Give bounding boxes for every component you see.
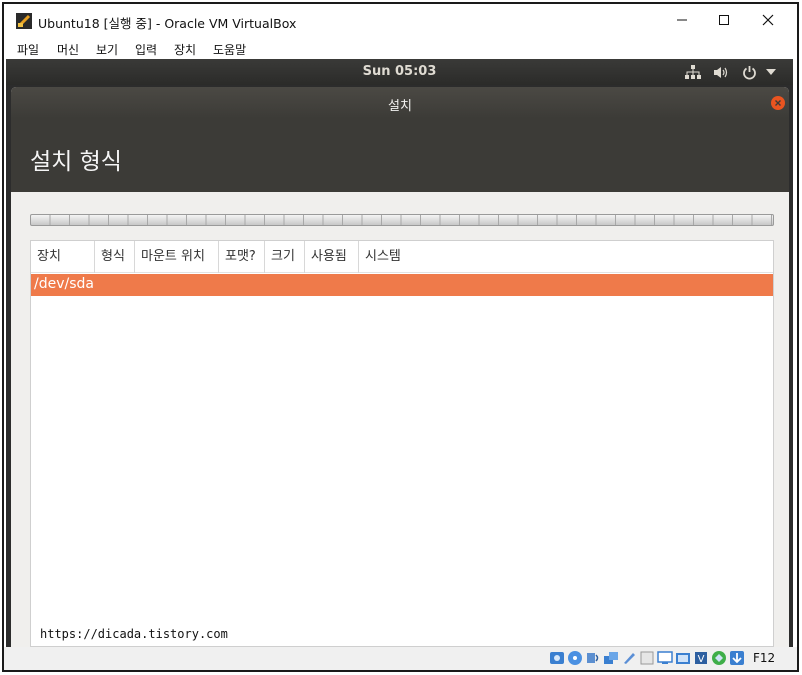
column-header-size[interactable]: 크기 [265,241,305,273]
keyboard-capture-icon[interactable] [729,650,745,666]
audio-icon[interactable] [585,650,601,666]
column-header-mount-point[interactable]: 마운트 위치 [135,241,219,273]
host-key-label: F12 [753,651,776,665]
menubar: 파일 머신 보기 입력 장치 도움말 [4,38,797,60]
usb-icon[interactable] [621,650,637,666]
maximize-button[interactable] [704,8,744,32]
close-icon [762,14,774,26]
clock[interactable]: Sun 05:03 [6,64,793,79]
menu-devices[interactable]: 장치 [174,41,196,58]
guest-screen[interactable]: Sun 05:03 설치 설치 형식 장치 형식 마운트 위치 포맷? 크기 사… [6,59,793,647]
power-icon[interactable] [742,65,757,80]
maximize-icon [719,15,729,25]
installer-header: 설치 설치 형식 [11,87,789,192]
close-icon [775,100,781,106]
network-adapter-icon[interactable] [603,650,619,666]
svg-text:V: V [698,654,705,665]
mouse-integration-icon[interactable] [711,650,727,666]
column-header-format[interactable]: 포맷? [219,241,265,273]
column-header-device[interactable]: 장치 [31,241,95,273]
window-title: Ubuntu18 [실행 중] - Oracle VM VirtualBox [38,16,297,31]
column-header-system[interactable]: 시스템 [359,241,419,273]
cpu-virtualization-icon[interactable]: V [693,650,709,666]
hard-disk-icon[interactable] [549,650,565,666]
watermark-text: https://dicada.tistory.com [40,627,228,641]
minimize-icon [677,19,687,21]
menu-file[interactable]: 파일 [17,41,39,58]
installer-close-button[interactable] [771,96,785,110]
ubuntu-topbar: Sun 05:03 [6,59,793,85]
menu-view[interactable]: 보기 [96,41,118,58]
partition-bar [30,214,774,226]
volume-icon[interactable] [713,65,729,80]
window-titlebar[interactable]: Ubuntu18 [실행 중] - Oracle VM VirtualBox [4,4,797,38]
shared-folder-icon[interactable] [639,650,655,666]
menu-input[interactable]: 입력 [135,41,157,58]
close-button[interactable] [748,8,788,32]
virtualbox-statusbar: V F12 [4,647,797,670]
chevron-down-icon[interactable] [766,68,776,76]
installer-window: 설치 설치 형식 장치 형식 마운트 위치 포맷? 크기 사용됨 시스템 /de… [11,87,789,647]
column-header-type[interactable]: 형식 [95,241,135,273]
display-icon[interactable] [657,650,673,666]
page-title: 설치 형식 [30,149,122,175]
menu-machine[interactable]: 머신 [57,41,79,58]
installer-window-title: 설치 [388,99,412,114]
partition-table: 장치 형식 마운트 위치 포맷? 크기 사용됨 시스템 /dev/sda [30,240,774,647]
virtualbox-app-icon [16,13,32,29]
table-header: 장치 형식 마운트 위치 포맷? 크기 사용됨 시스템 [31,241,773,273]
video-capture-icon[interactable] [675,650,691,666]
column-header-used[interactable]: 사용됨 [305,241,359,273]
network-icon[interactable] [685,65,701,80]
menu-help[interactable]: 도움말 [213,41,246,58]
optical-disk-icon[interactable] [567,650,583,666]
device-cell: /dev/sda [34,276,94,292]
virtualbox-window: Ubuntu18 [실행 중] - Oracle VM VirtualBox 파… [2,2,799,672]
minimize-button[interactable] [662,8,702,32]
table-row-selected[interactable]: /dev/sda [31,274,773,296]
